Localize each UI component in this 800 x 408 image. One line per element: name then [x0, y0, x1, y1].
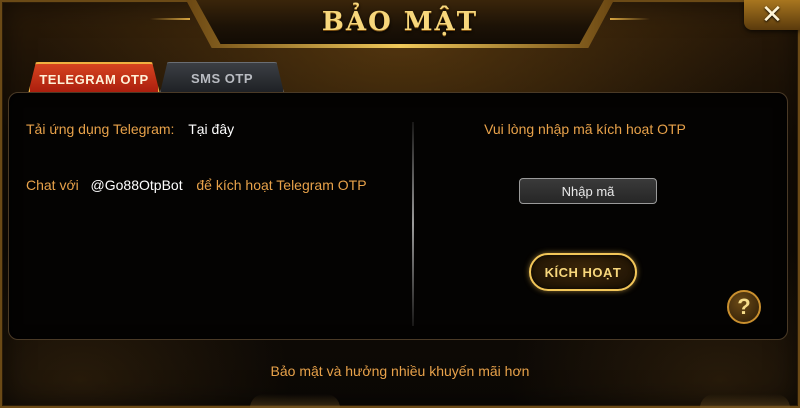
chat-prefix: Chat với — [26, 177, 79, 193]
title-plate: BẢO MẬT — [196, 0, 604, 44]
otp-code-input[interactable] — [519, 178, 657, 204]
otp-prompt: Vui lòng nhập mã kích hoạt OTP — [484, 121, 686, 137]
chat-row: Chat với @Go88OtpBot để kích hoạt Telegr… — [26, 177, 367, 193]
activate-button[interactable]: KÍCH HOẠT — [529, 253, 637, 291]
security-dialog: BẢO MẬT ✕ TELEGRAM OTP SMS OTP Tải ứng d… — [0, 0, 800, 408]
close-x-icon: ✕ — [761, 0, 783, 30]
tab-telegram-otp[interactable]: TELEGRAM OTP — [28, 62, 160, 94]
title-ornament-left — [150, 18, 190, 20]
download-link[interactable]: Tại đây — [188, 121, 234, 137]
download-row: Tải ứng dụng Telegram: Tại đây — [26, 121, 234, 137]
chat-suffix: để kích hoạt Telegram OTP — [196, 177, 367, 193]
tab-sms-otp[interactable]: SMS OTP — [160, 62, 284, 93]
bottom-decoration-right — [700, 394, 790, 408]
download-label: Tải ứng dụng Telegram: — [26, 121, 175, 137]
footer-message: Bảo mật và hưởng nhiều khuyến mãi hơn — [270, 363, 530, 379]
title-ornament-right — [610, 18, 650, 20]
bot-name-link[interactable]: @Go88OtpBot — [91, 177, 183, 193]
close-button[interactable]: ✕ — [744, 0, 800, 30]
bottom-decoration-left — [250, 394, 340, 408]
help-icon[interactable]: ? — [727, 290, 761, 324]
panel-divider — [412, 122, 414, 326]
dialog-title: BẢO MẬT — [321, 7, 479, 37]
